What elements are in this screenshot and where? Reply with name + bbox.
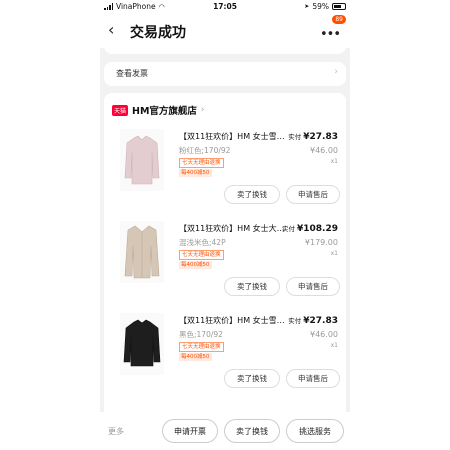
blouse-image-icon bbox=[124, 135, 160, 185]
quantity: x1 bbox=[330, 342, 338, 349]
product-title[interactable]: 【双11狂欢价】HM 女士大衣… bbox=[179, 223, 292, 234]
sell-for-cash-button[interactable]: 卖了换钱 bbox=[224, 369, 280, 388]
after-sales-button[interactable]: 申请售后 bbox=[286, 369, 340, 388]
promo-tag: 每400减50 bbox=[179, 169, 212, 177]
return-policy-tag: 七天无理由退换 bbox=[179, 158, 224, 168]
select-service-button[interactable]: 挑选服务 bbox=[286, 419, 344, 443]
shop-header[interactable]: 天猫 HM官方旗舰店 › bbox=[112, 103, 205, 117]
order-item[interactable]: 【双11狂欢价】HM 女士大衣… 混浅米色;42P 七天无理由退换 每400减5… bbox=[104, 221, 346, 321]
return-policy-tag: 七天无理由退换 bbox=[179, 250, 224, 260]
tmall-logo-icon: 天猫 bbox=[112, 104, 129, 116]
more-dots-icon: ••• bbox=[319, 27, 341, 42]
original-price: ¥46.00 bbox=[310, 330, 338, 339]
paid-label: 实付 bbox=[282, 225, 295, 233]
shop-chevron-icon: › bbox=[200, 105, 205, 115]
paid-amount: ¥108.29 bbox=[297, 224, 338, 234]
location-icon: ➤ bbox=[304, 3, 310, 10]
chevron-right-icon: › bbox=[334, 67, 338, 77]
promo-tag: 每400减50 bbox=[179, 261, 212, 269]
paid-price: 实付 ¥27.83 bbox=[288, 315, 338, 326]
bottom-action-bar: 更多 申请开票 卖了换钱 挑选服务 bbox=[100, 412, 350, 450]
view-invoice-row[interactable]: 查看发票 › bbox=[104, 62, 346, 86]
black-blouse-image-icon bbox=[123, 319, 161, 367]
quantity: x1 bbox=[330, 158, 338, 165]
phone-screen: VinaPhone ◠ 17:05 ➤ 59% ‹ 交易成功 ••• 89 查看… bbox=[100, 0, 350, 450]
paid-price: 实付 ¥27.83 bbox=[288, 131, 338, 142]
product-thumbnail[interactable] bbox=[120, 313, 164, 375]
apply-invoice-button[interactable]: 申请开票 bbox=[162, 419, 218, 443]
paid-amount: ¥27.83 bbox=[303, 316, 338, 326]
page-title: 交易成功 bbox=[130, 25, 186, 41]
coat-image-icon bbox=[124, 225, 160, 279]
sell-for-cash-button[interactable]: 卖了换钱 bbox=[224, 277, 280, 296]
return-policy-tag: 七天无理由退换 bbox=[179, 342, 224, 352]
original-price: ¥46.00 bbox=[310, 146, 338, 155]
product-sku: 黑色;170/92 bbox=[179, 330, 223, 339]
more-link[interactable]: 更多 bbox=[108, 426, 124, 437]
paid-price: 实付 ¥108.29 bbox=[282, 223, 338, 234]
promo-tag: 每400减50 bbox=[179, 353, 212, 361]
more-menu-button[interactable]: ••• 89 bbox=[319, 15, 346, 42]
paid-label: 实付 bbox=[288, 317, 302, 325]
battery-percent: 59% bbox=[312, 2, 329, 11]
after-sales-button[interactable]: 申请售后 bbox=[286, 185, 340, 204]
battery-icon bbox=[332, 3, 346, 10]
product-thumbnail[interactable] bbox=[120, 129, 164, 191]
original-price: ¥179.00 bbox=[304, 238, 338, 247]
sell-for-cash-bottom-button[interactable]: 卖了换钱 bbox=[224, 419, 280, 443]
shop-name: HM官方旗舰店 bbox=[132, 106, 197, 117]
battery-group: ➤ 59% bbox=[304, 2, 346, 11]
order-item[interactable]: 【双11狂欢价】HM 女士雪纺… 粉红色;170/92 七天无理由退换 每400… bbox=[104, 129, 346, 229]
after-sales-button[interactable]: 申请售后 bbox=[286, 277, 340, 296]
order-item[interactable]: 【双11狂欢价】HM 女士雪纺… 黑色;170/92 七天无理由退换 每400减… bbox=[104, 313, 346, 413]
paid-amount: ¥27.83 bbox=[303, 132, 338, 142]
sell-for-cash-button[interactable]: 卖了换钱 bbox=[224, 185, 280, 204]
paid-label: 实付 bbox=[288, 133, 302, 141]
product-title[interactable]: 【双11狂欢价】HM 女士雪纺… bbox=[179, 315, 292, 326]
notification-badge: 89 bbox=[332, 15, 346, 24]
product-sku: 混浅米色;42P bbox=[179, 238, 226, 247]
product-title[interactable]: 【双11狂欢价】HM 女士雪纺… bbox=[179, 131, 292, 142]
shop-order-card: 天猫 HM官方旗舰店 › 【双11狂欢价】HM 女士雪纺… 粉红色;170/92… bbox=[104, 93, 346, 423]
back-chevron-icon[interactable]: ‹ bbox=[108, 20, 114, 39]
product-sku: 粉红色;170/92 bbox=[179, 146, 231, 155]
product-thumbnail[interactable] bbox=[120, 221, 164, 283]
quantity: x1 bbox=[330, 250, 338, 257]
view-invoice-label: 查看发票 bbox=[116, 69, 148, 78]
order-info-card-bottom bbox=[104, 42, 346, 54]
status-bar: VinaPhone ◠ 17:05 ➤ 59% bbox=[100, 0, 350, 14]
